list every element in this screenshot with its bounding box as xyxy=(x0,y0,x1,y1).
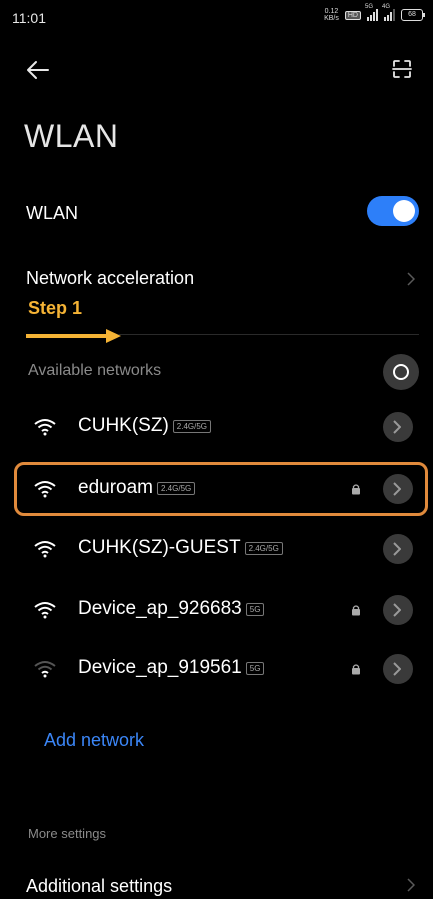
divider xyxy=(118,334,419,335)
network-item-device-ap-919561[interactable]: Device_ap_919561 5G xyxy=(0,645,433,695)
status-time: 11:01 xyxy=(12,10,46,26)
additional-settings-row[interactable]: Additional settings xyxy=(0,868,433,899)
network-details-button[interactable] xyxy=(383,534,413,564)
available-networks-header: Available networks xyxy=(28,362,162,379)
network-item-device-ap-926683[interactable]: Device_ap_926683 5G xyxy=(0,586,433,636)
network-speed: 0.12 KB/s xyxy=(324,8,339,22)
network-item-cuhk-sz[interactable]: CUHK(SZ) 2.4G/5G xyxy=(0,403,433,453)
network-name: Device_ap_926683 5G xyxy=(78,598,265,620)
band-badge: 2.4G/5G xyxy=(172,419,212,433)
page-title: WLAN xyxy=(24,118,119,154)
network-item-cuhk-sz-guest[interactable]: CUHK(SZ)-GUEST 2.4G/5G xyxy=(0,525,433,575)
highlight-annotation-box xyxy=(14,462,428,516)
network-details-button[interactable] xyxy=(383,412,413,442)
signal-4g-icon: 4G xyxy=(382,4,395,21)
step-annotation-label: Step 1 xyxy=(28,298,83,318)
wlan-toggle-row[interactable]: WLAN xyxy=(0,188,433,238)
arrow-right-icon xyxy=(26,329,121,343)
band-badge: 2.4G/5G xyxy=(244,541,283,555)
hd-voice-icon: HD xyxy=(344,10,361,20)
signal-5g-icon: 5G xyxy=(365,4,378,21)
wifi-weak-icon xyxy=(34,661,56,678)
battery-icon: 68 xyxy=(401,9,425,21)
refresh-icon xyxy=(393,364,409,380)
toggle-knob xyxy=(393,200,415,222)
network-name: CUHK(SZ)-GUEST 2.4G/5G xyxy=(78,537,283,559)
lock-icon xyxy=(352,664,360,675)
chevron-right-icon xyxy=(393,603,401,617)
band-badge: 5G xyxy=(245,661,265,675)
wlan-label: WLAN xyxy=(26,203,79,223)
status-bar: 11:01 0.12 KB/s HD 5G 4G 68 xyxy=(0,0,433,34)
network-name: CUHK(SZ) 2.4G/5G xyxy=(78,415,212,437)
network-details-button[interactable] xyxy=(383,654,413,684)
status-icons: 0.12 KB/s HD 5G 4G 68 xyxy=(324,4,425,22)
network-details-button[interactable] xyxy=(383,595,413,625)
chevron-right-icon xyxy=(407,878,415,892)
network-acceleration-label: Network acceleration xyxy=(26,268,195,288)
network-name: Device_ap_919561 5G xyxy=(78,657,265,679)
chevron-right-icon xyxy=(407,272,415,286)
scan-icon[interactable] xyxy=(391,58,413,80)
wifi-icon xyxy=(34,541,56,558)
arrow-left-icon[interactable] xyxy=(24,56,52,84)
more-settings-header: More settings xyxy=(28,826,107,841)
network-acceleration-row[interactable]: Network acceleration xyxy=(0,258,433,298)
chevron-right-icon xyxy=(393,542,401,556)
refresh-button[interactable] xyxy=(383,354,419,390)
additional-settings-label: Additional settings xyxy=(26,876,173,896)
band-badge: 5G xyxy=(245,602,265,616)
wlan-toggle[interactable] xyxy=(367,196,419,226)
wifi-icon xyxy=(34,602,56,619)
chevron-right-icon xyxy=(393,420,401,434)
wifi-icon xyxy=(34,419,56,436)
chevron-right-icon xyxy=(393,662,401,676)
add-network-link[interactable]: Add network xyxy=(44,730,144,751)
lock-icon xyxy=(352,605,360,616)
